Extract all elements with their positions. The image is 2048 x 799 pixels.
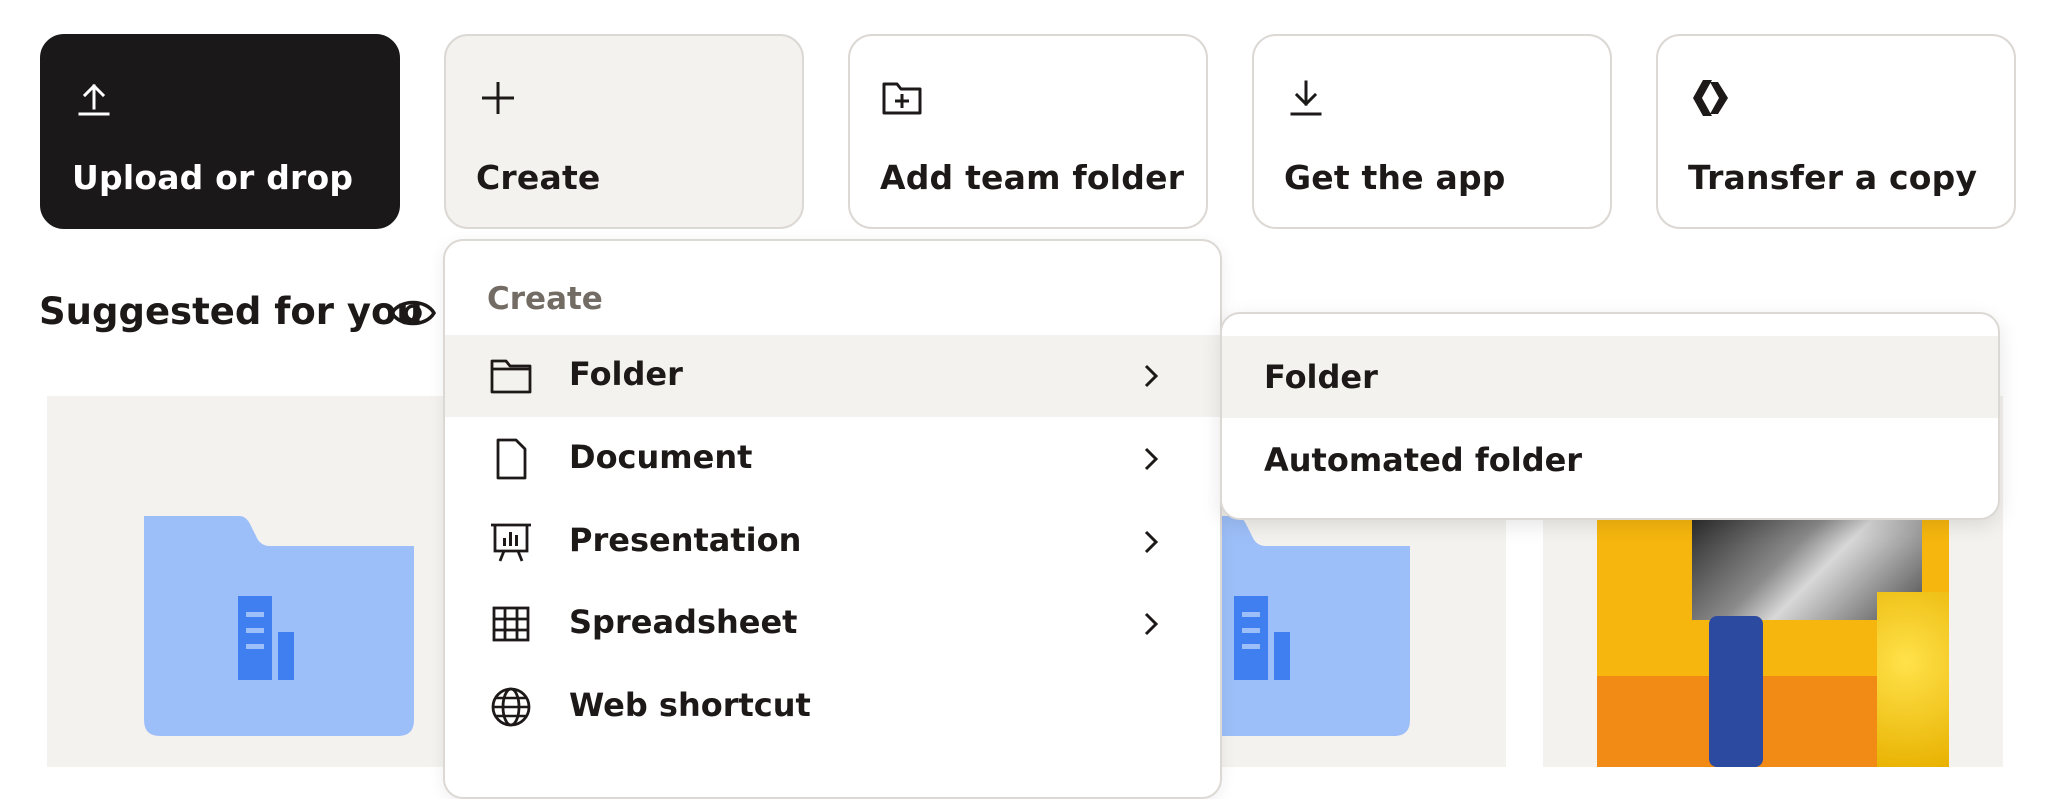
menu-item-web-shortcut[interactable]: Web shortcut	[445, 666, 1220, 748]
folder-submenu: Folder Automated folder	[1220, 312, 2000, 520]
submenu-item-automated-folder[interactable]: Automated folder	[1222, 419, 1998, 501]
get-the-app-button[interactable]: Get the app	[1252, 34, 1612, 229]
add-team-folder-label: Add team folder	[880, 158, 1185, 197]
menu-item-label: Web shortcut	[569, 686, 811, 724]
download-icon	[1290, 80, 1322, 116]
submenu-item-folder[interactable]: Folder	[1222, 336, 1998, 418]
menu-item-label: Spreadsheet	[569, 603, 798, 641]
suggested-for-you-heading: Suggested for you	[39, 290, 423, 333]
plus-icon	[482, 82, 514, 114]
upload-or-drop-button[interactable]: Upload or drop	[40, 34, 400, 229]
transfer-icon	[1693, 80, 1728, 116]
menu-item-document[interactable]: Document	[445, 418, 1220, 500]
globe-icon	[491, 687, 531, 727]
menu-item-label: Presentation	[569, 521, 802, 559]
chevron-right-icon	[1144, 364, 1159, 388]
chevron-right-icon	[1144, 612, 1159, 636]
menu-item-spreadsheet[interactable]: Spreadsheet	[445, 583, 1220, 665]
add-team-folder-button[interactable]: Add team folder	[848, 34, 1208, 229]
eye-icon[interactable]	[390, 293, 436, 333]
presentation-icon	[491, 523, 531, 562]
submenu-item-label: Automated folder	[1264, 441, 1583, 479]
upload-icon	[78, 83, 110, 116]
create-label: Create	[476, 158, 601, 197]
spreadsheet-icon	[492, 606, 530, 642]
transfer-a-copy-button[interactable]: Transfer a copy	[1656, 34, 2016, 229]
get-the-app-label: Get the app	[1284, 158, 1506, 197]
chevron-right-icon	[1144, 447, 1159, 471]
create-menu: Create Folder Document Presentation Spre…	[443, 239, 1222, 799]
upload-label: Upload or drop	[72, 158, 354, 197]
menu-item-presentation[interactable]: Presentation	[445, 501, 1220, 583]
submenu-item-label: Folder	[1264, 358, 1378, 396]
chevron-right-icon	[1144, 530, 1159, 554]
menu-item-label: Document	[569, 438, 753, 476]
folder-icon	[490, 359, 532, 394]
create-menu-title: Create	[487, 281, 603, 317]
transfer-a-copy-label: Transfer a copy	[1688, 158, 1978, 197]
menu-item-label: Folder	[569, 355, 683, 393]
folder-plus-icon	[882, 82, 922, 115]
team-folder-thumbnail	[144, 516, 414, 736]
create-button[interactable]: Create	[444, 34, 804, 229]
menu-item-folder[interactable]: Folder	[445, 335, 1220, 417]
document-icon	[496, 438, 527, 480]
image-thumbnail	[1597, 516, 1949, 767]
